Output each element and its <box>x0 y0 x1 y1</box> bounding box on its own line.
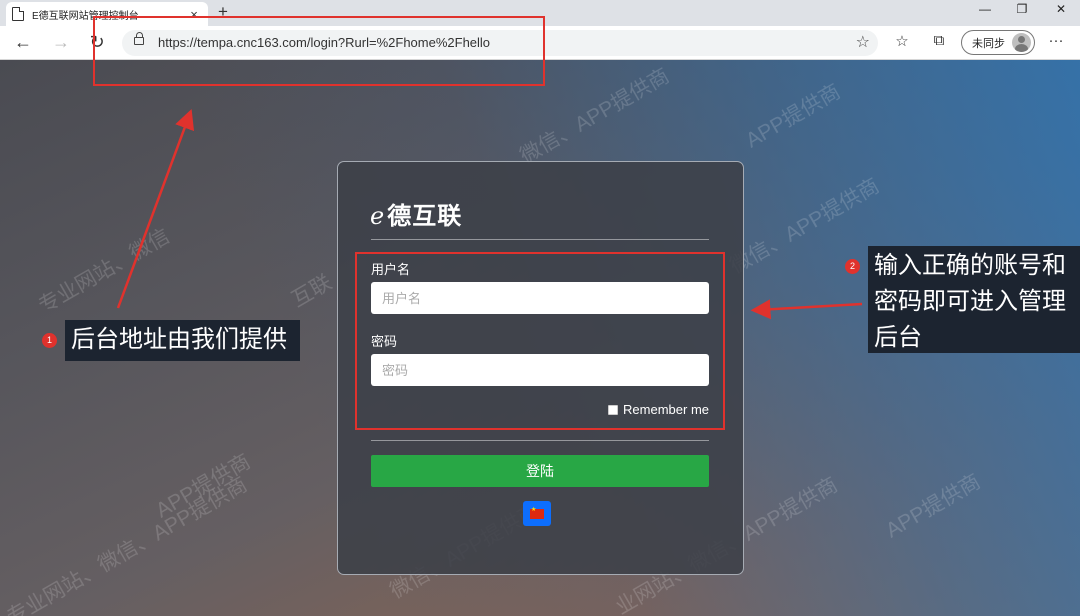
note-2-badge: 2 <box>845 259 860 274</box>
note-1-callout: 后台地址由我们提供 <box>65 320 300 361</box>
note-1-text: 后台地址由我们提供 <box>71 326 287 353</box>
note-2-line-2: 密码即可进入管理 <box>874 288 1066 315</box>
note-2-line-1: 输入正确的账号和 <box>874 252 1066 279</box>
note-2-callout: 输入正确的账号和 密码即可进入管理 后台 <box>868 246 1080 353</box>
arrow-to-form <box>750 299 863 320</box>
note-2-line-3: 后台 <box>874 324 922 351</box>
note-1-badge: 1 <box>42 333 57 348</box>
arrow-to-url <box>116 108 195 309</box>
